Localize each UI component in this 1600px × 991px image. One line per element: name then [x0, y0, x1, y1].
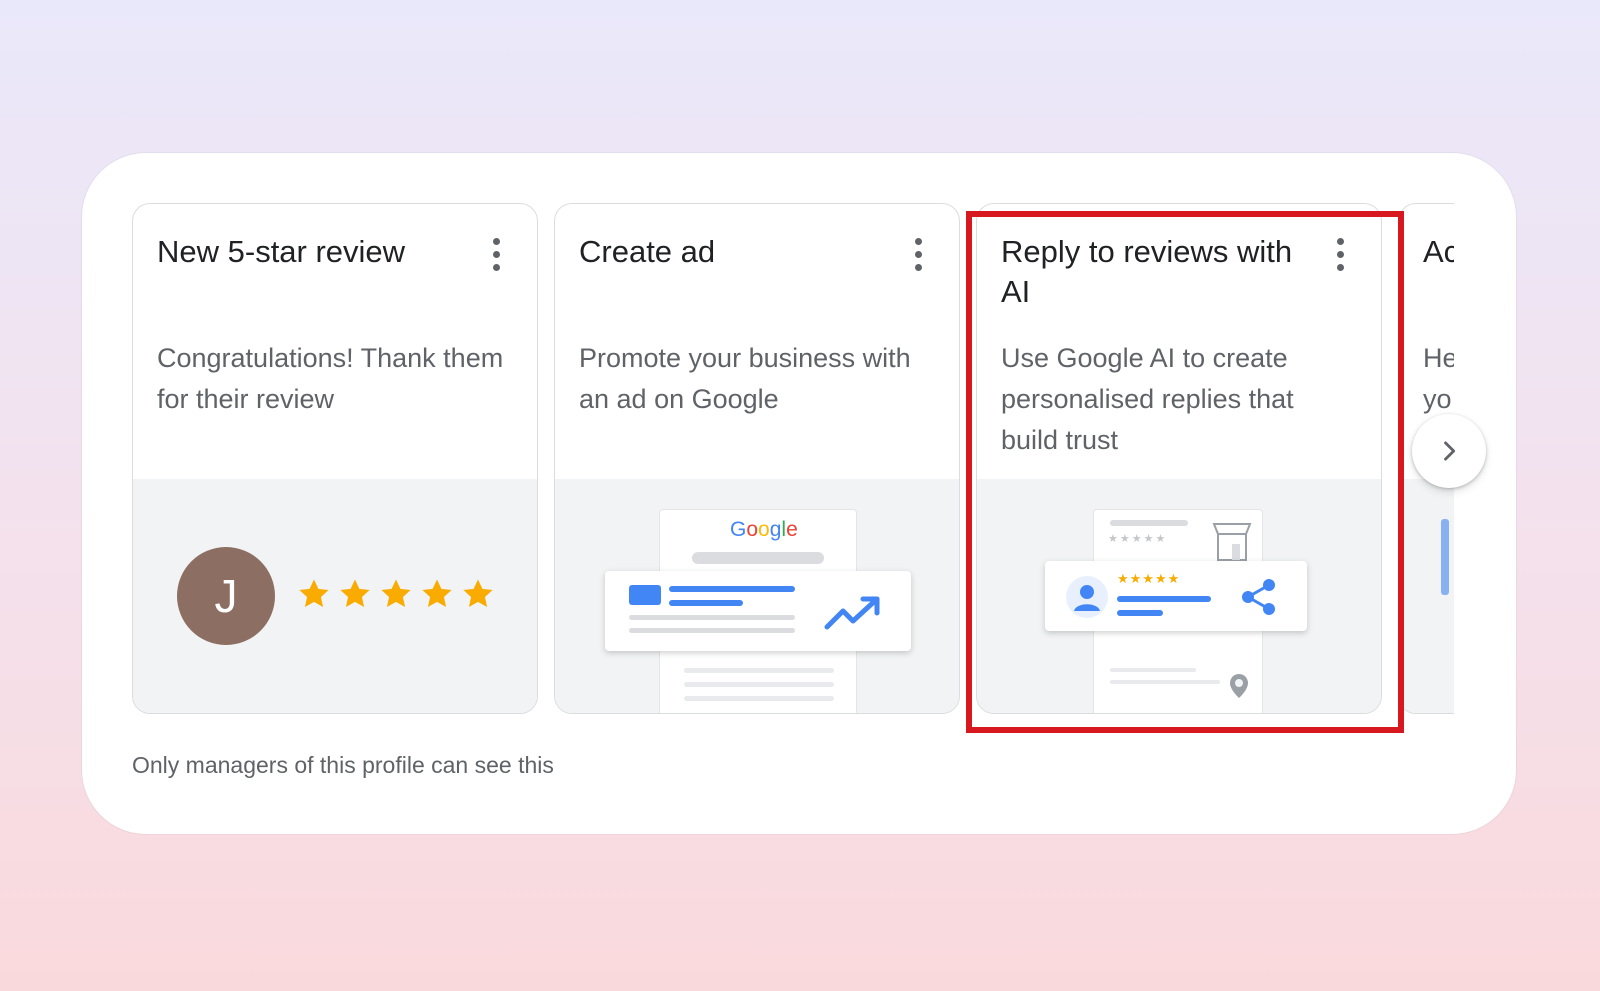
person-icon: [1066, 576, 1108, 618]
star-icon: [381, 579, 411, 608]
more-vert-icon[interactable]: [1325, 234, 1355, 274]
trending-up-icon: [824, 596, 880, 630]
map-pin-icon: [1230, 674, 1248, 698]
chevron-right-icon: [1444, 441, 1456, 461]
star-icon: [422, 579, 452, 608]
card-title: Reply to reviews with AI: [1001, 234, 1293, 309]
more-vert-icon[interactable]: [481, 234, 511, 274]
carousel-next-button[interactable]: [1412, 414, 1486, 488]
review-illustration: J: [133, 479, 537, 713]
card-title: Create ad: [579, 234, 716, 269]
ad-result-card: [605, 571, 911, 651]
visibility-note: Only managers of this profile can see th…: [132, 752, 554, 778]
card-title: Ac: [1423, 234, 1454, 269]
ai-reply-card: ★★★★★: [1045, 561, 1307, 631]
card-description: Promote your business with an ad on Goog…: [579, 343, 911, 414]
star-icon: [340, 579, 370, 608]
avatar: J: [177, 547, 275, 645]
faded-rating: ★★★★★: [1108, 533, 1168, 545]
card-description: Use Google AI to create personalised rep…: [1001, 343, 1294, 455]
share-icon: [1242, 579, 1275, 615]
five-star-rating: [297, 577, 495, 611]
star-icon: [299, 579, 329, 608]
card-description: Congratulations! Thank them for their re…: [157, 343, 504, 414]
google-logo: Google: [730, 518, 798, 541]
star-icon: [463, 579, 493, 608]
mini-rating: ★★★★★: [1117, 571, 1181, 586]
more-vert-icon[interactable]: [903, 234, 933, 274]
card-new-review[interactable]: New 5-star review Congratulations! Thank…: [132, 203, 538, 714]
ad-illustration: Google: [555, 479, 959, 713]
partial-illustration: [1399, 479, 1454, 713]
storefront-icon: [1212, 523, 1252, 561]
suggestion-carousel: New 5-star review Congratulations! Thank…: [132, 203, 1454, 714]
card-reply-with-ai[interactable]: Reply to reviews with AI Use Google AI t…: [976, 203, 1382, 714]
card-create-ad[interactable]: Create ad Promote your business with an …: [554, 203, 960, 714]
card-title: New 5-star review: [157, 234, 406, 269]
card-description: He yo: [1423, 343, 1454, 414]
ai-reply-illustration: ★★★★★ ★★★★★: [977, 479, 1381, 713]
